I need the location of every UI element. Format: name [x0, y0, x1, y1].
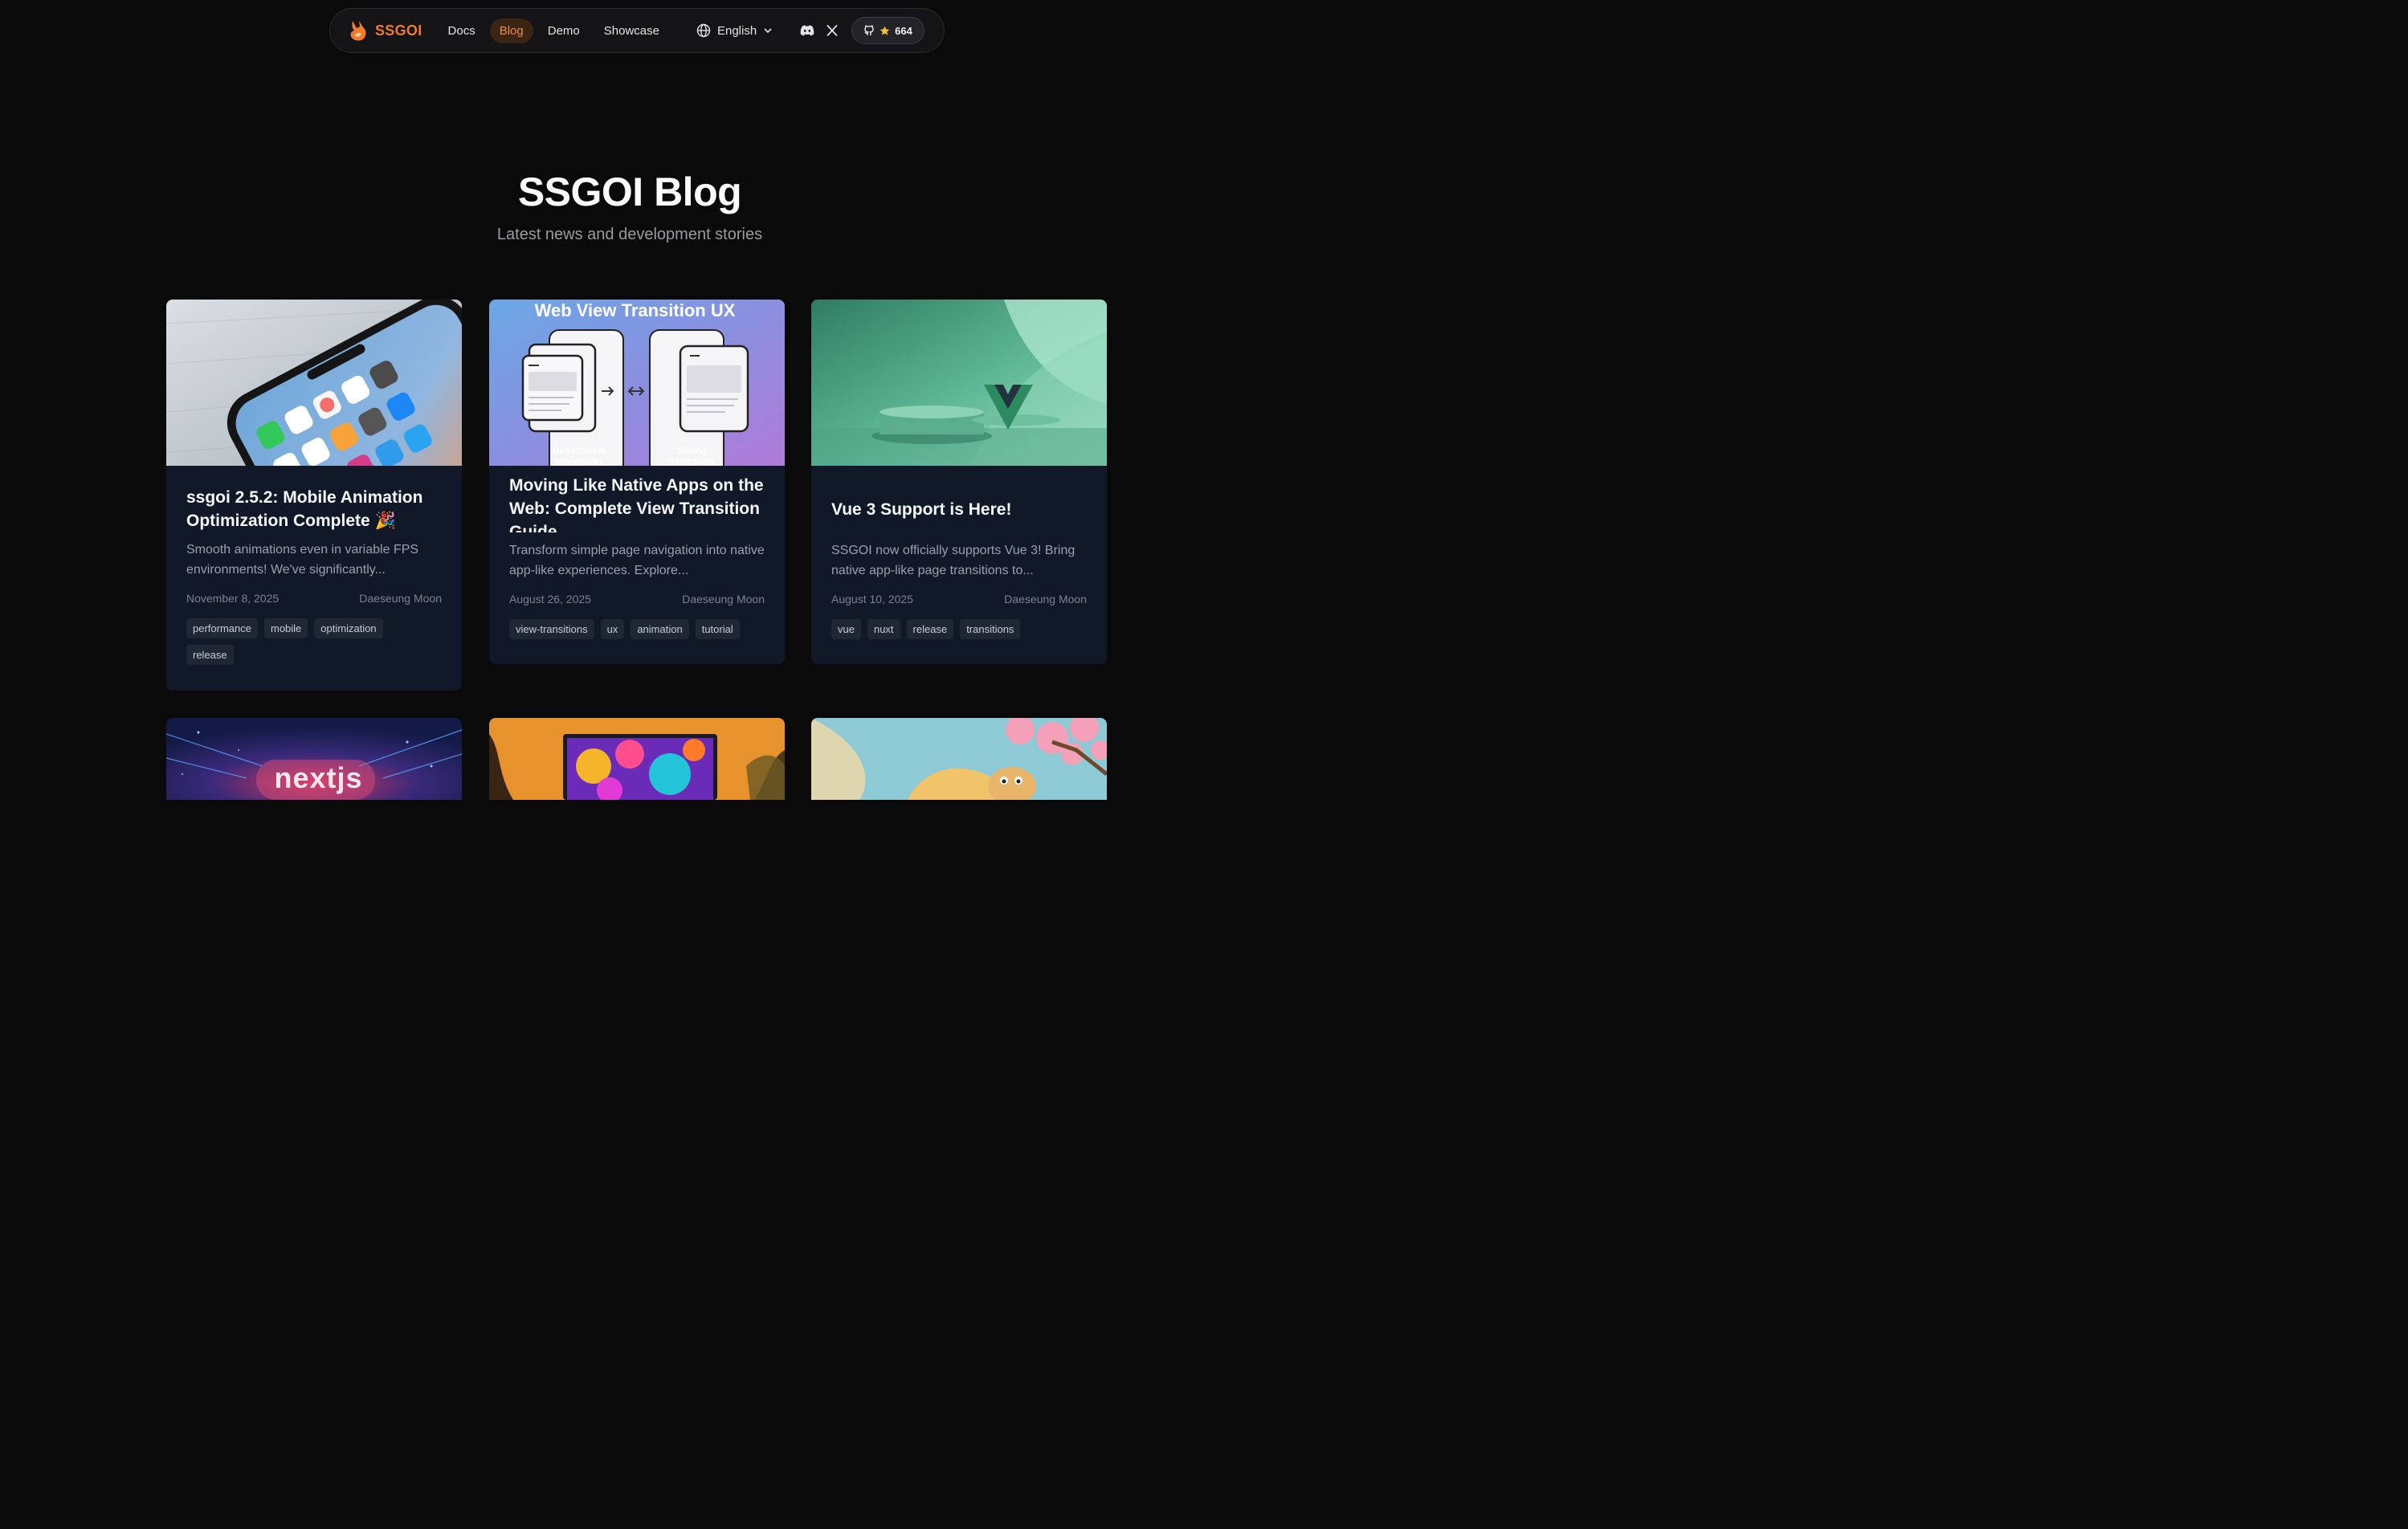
thumbnail-caption: Web View Transition UX: [534, 300, 736, 320]
github-star-count: 664: [895, 24, 912, 37]
post-date: August 26, 2025: [509, 593, 591, 605]
post-title[interactable]: Vue 3 Support is Here!: [831, 498, 1087, 532]
post-tag[interactable]: optimization: [314, 618, 383, 638]
post-date: August 10, 2025: [831, 593, 913, 605]
post-tag[interactable]: performance: [186, 618, 258, 638]
post-excerpt: SSGOI now officially supports Vue 3! Bri…: [831, 544, 1075, 577]
post-thumbnail-view-transition: Web View Transition UX Hierarchical navi…: [489, 300, 785, 466]
thumbnail-text: nextjs: [274, 761, 363, 794]
discord-icon: [800, 25, 814, 36]
post-thumbnail-illustration: [811, 718, 1107, 800]
thumbnail-label-hierarchical: Hierarchical navigation: [553, 446, 606, 466]
post-thumbnail-nextjs: nextjs: [166, 718, 462, 800]
post-tag[interactable]: nuxt: [867, 619, 900, 639]
blog-card[interactable]: [489, 718, 785, 800]
blog-card[interactable]: ssgoi 2.5.2: Mobile Animation Optimizati…: [166, 300, 462, 691]
language-selector[interactable]: English: [696, 23, 773, 38]
post-tag[interactable]: vue: [831, 619, 861, 639]
github-stars-button[interactable]: 664: [851, 17, 924, 44]
post-tag[interactable]: release: [906, 619, 954, 639]
x-link[interactable]: [826, 21, 839, 40]
post-tag[interactable]: mobile: [263, 618, 308, 638]
post-tag[interactable]: tutorial: [695, 619, 740, 639]
post-title[interactable]: Moving Like Native Apps on the Web: Comp…: [509, 474, 765, 532]
post-tag[interactable]: view-transitions: [509, 619, 594, 639]
discord-link[interactable]: [800, 21, 814, 40]
post-excerpt: Transform simple page navigation into na…: [509, 544, 765, 577]
star-icon: [880, 26, 890, 35]
blog-card[interactable]: nextjs: [166, 718, 462, 800]
fox-logo-icon: [350, 21, 366, 41]
chevron-down-icon: [764, 28, 772, 34]
post-date: November 8, 2025: [186, 592, 280, 605]
nav-blog[interactable]: Blog: [489, 18, 533, 43]
post-author: Daeseung Moon: [682, 593, 765, 605]
post-thumbnail-laptop: [489, 718, 785, 800]
page-subtitle: Latest news and development stories: [496, 226, 763, 243]
post-title[interactable]: ssgoi 2.5.2: Mobile Animation Optimizati…: [186, 486, 442, 532]
x-icon: [826, 24, 838, 37]
post-tag[interactable]: animation: [631, 619, 689, 639]
top-nav: SSGOI Docs Blog Demo Showcase English 66…: [329, 8, 945, 53]
globe-icon: [696, 23, 711, 38]
nav-demo[interactable]: Demo: [538, 18, 590, 43]
github-icon: [864, 25, 874, 35]
post-thumbnail-vue: [811, 300, 1107, 466]
thumbnail-label-sibling: Sibling navigation: [668, 446, 715, 466]
blog-card[interactable]: [811, 718, 1107, 800]
post-author: Daeseung Moon: [359, 592, 442, 605]
blog-card[interactable]: Vue 3 Support is Here! SSGOI now officia…: [811, 300, 1107, 664]
brand-name: SSGOI: [375, 22, 422, 39]
post-thumbnail-phone: [166, 300, 462, 466]
page-title: SSGOI Blog: [517, 169, 742, 214]
post-excerpt: Smooth animations even in variable FPS e…: [186, 543, 419, 577]
post-tag[interactable]: transitions: [960, 619, 1021, 639]
post-tag[interactable]: ux: [600, 619, 625, 639]
brand-link[interactable]: SSGOI: [348, 19, 422, 42]
blog-card[interactable]: Web View Transition UX Hierarchical navi…: [489, 300, 785, 664]
nav-showcase[interactable]: Showcase: [594, 18, 669, 43]
post-tag[interactable]: release: [186, 645, 234, 665]
language-label: English: [716, 23, 757, 38]
nav-docs[interactable]: Docs: [439, 18, 485, 43]
post-author: Daeseung Moon: [1004, 593, 1087, 605]
